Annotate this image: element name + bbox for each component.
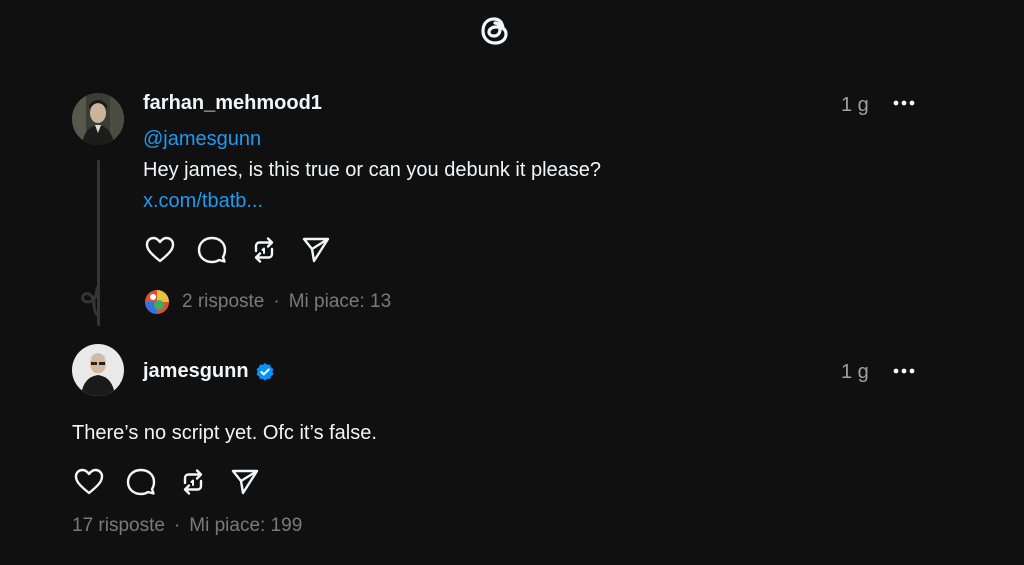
repost-icon bbox=[183, 469, 203, 495]
post-text: Hey james, is this true or can you debun… bbox=[143, 159, 602, 181]
avatar[interactable] bbox=[72, 344, 124, 396]
threads-page: farhan_mehmood1 1 g @jamesgunn Hey james… bbox=[0, 0, 1024, 565]
likes-count[interactable]: Mi piace: 199 bbox=[189, 515, 302, 537]
likes-count[interactable]: Mi piace: 13 bbox=[289, 291, 391, 313]
post-timestamp[interactable]: 1 g bbox=[841, 361, 869, 384]
mention-link[interactable]: @jamesgunn bbox=[143, 128, 261, 151]
post-text: There’s no script yet. Ofc it’s false. bbox=[72, 422, 377, 444]
threads-logo-icon[interactable] bbox=[473, 8, 517, 52]
repost-icon bbox=[254, 237, 274, 263]
avatar[interactable] bbox=[72, 93, 124, 145]
comment-icon bbox=[126, 468, 156, 496]
replier-avatar[interactable] bbox=[145, 290, 169, 314]
post-link[interactable]: x.com/tbatb... bbox=[143, 190, 263, 213]
verified-badge-icon bbox=[256, 362, 273, 381]
thread-connector-icon bbox=[81, 286, 100, 316]
heart-icon bbox=[74, 468, 104, 495]
reply-button[interactable] bbox=[195, 233, 229, 267]
share-button[interactable] bbox=[299, 233, 333, 267]
separator-dot: · bbox=[173, 515, 181, 536]
post-timestamp[interactable]: 1 g bbox=[841, 94, 869, 117]
post-username[interactable]: jamesgunn bbox=[143, 360, 275, 383]
replies-count[interactable]: 2 risposte bbox=[182, 291, 264, 313]
more-options-icon[interactable] bbox=[892, 99, 916, 107]
send-icon bbox=[231, 469, 259, 495]
repost-button[interactable] bbox=[176, 465, 210, 499]
send-icon bbox=[302, 237, 330, 263]
like-button[interactable] bbox=[143, 233, 177, 267]
post-actions bbox=[143, 233, 333, 267]
repost-button[interactable] bbox=[247, 233, 281, 267]
post-actions bbox=[72, 465, 262, 499]
post-stats: 2 risposte · Mi piace: 13 bbox=[145, 290, 391, 314]
replies-count[interactable]: 17 risposte bbox=[72, 515, 165, 537]
separator-dot: · bbox=[273, 291, 280, 312]
reply-button[interactable] bbox=[124, 465, 158, 499]
share-button[interactable] bbox=[228, 465, 262, 499]
post-username[interactable]: farhan_mehmood1 bbox=[143, 92, 322, 115]
heart-icon bbox=[145, 236, 175, 263]
comment-icon bbox=[197, 236, 227, 264]
post-stats: 17 risposte · Mi piace: 199 bbox=[72, 515, 302, 537]
like-button[interactable] bbox=[72, 465, 106, 499]
username-text[interactable]: jamesgunn bbox=[143, 360, 249, 382]
more-options-icon[interactable] bbox=[892, 367, 916, 375]
